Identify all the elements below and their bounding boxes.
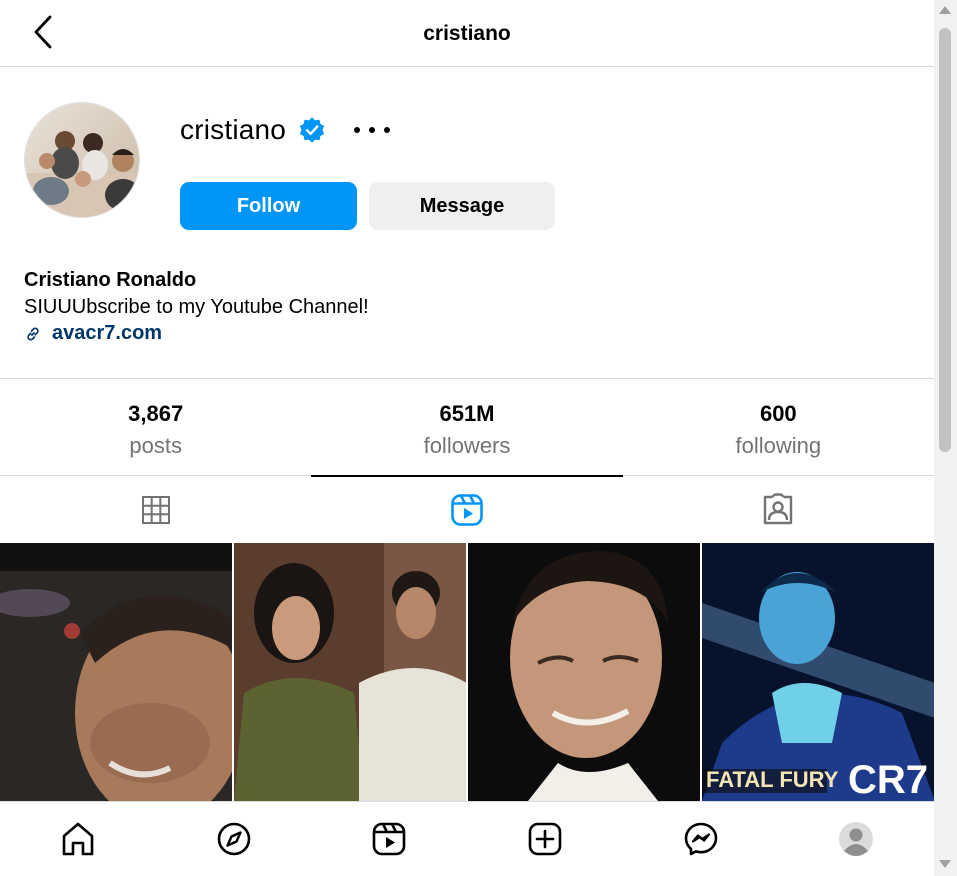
bottom-navigation bbox=[0, 801, 934, 876]
nav-home[interactable] bbox=[0, 802, 156, 876]
stat-value: 3,867 bbox=[128, 401, 184, 426]
post-thumbnail[interactable] bbox=[0, 543, 232, 801]
link-icon bbox=[27, 327, 39, 340]
scroll-up-arrow-icon[interactable] bbox=[939, 6, 951, 14]
profile-photo bbox=[25, 103, 139, 217]
message-button[interactable]: Message bbox=[369, 182, 555, 230]
dot-icon bbox=[354, 127, 361, 133]
profile-tabs bbox=[0, 475, 934, 543]
profile-username: cristiano bbox=[180, 114, 287, 145]
profile-website-link[interactable]: avacr7.com bbox=[52, 322, 162, 345]
scrollbar[interactable] bbox=[934, 0, 957, 876]
post-overlay-text: FATAL FURY bbox=[706, 767, 839, 792]
profile-avatar-icon bbox=[839, 822, 874, 856]
post-overlay-text: CR7 bbox=[848, 758, 928, 801]
top-bar: cristiano bbox=[0, 0, 934, 67]
scroll-down-arrow-icon[interactable] bbox=[939, 860, 951, 868]
nav-explore[interactable] bbox=[156, 802, 312, 876]
post-image bbox=[234, 543, 466, 801]
dot-icon bbox=[369, 127, 376, 133]
post-image: FATAL FURY CR7 bbox=[702, 543, 934, 801]
messenger-icon bbox=[684, 822, 717, 856]
stat-value: 600 bbox=[759, 401, 797, 426]
nav-reels[interactable] bbox=[311, 802, 467, 876]
follow-button[interactable]: Follow bbox=[180, 182, 357, 230]
grid-icon bbox=[141, 495, 170, 524]
stat-following[interactable]: 600 following bbox=[623, 379, 934, 475]
nav-create[interactable] bbox=[467, 802, 623, 876]
stat-label: posts bbox=[129, 433, 182, 458]
tab-posts[interactable] bbox=[0, 476, 311, 543]
stat-label: followers bbox=[423, 433, 511, 458]
reels-icon bbox=[372, 822, 406, 856]
post-thumbnail[interactable]: FATAL FURY CR7 bbox=[702, 543, 934, 801]
stat-label: following bbox=[735, 433, 822, 458]
bio-link-row[interactable]: avacr7.com bbox=[24, 322, 162, 345]
tab-reels[interactable] bbox=[311, 475, 623, 543]
scrollbar-thumb[interactable] bbox=[939, 28, 951, 452]
home-icon bbox=[62, 822, 94, 856]
posts-grid: FATAL FURY CR7 bbox=[0, 543, 934, 801]
post-image bbox=[0, 543, 232, 801]
post-thumbnail[interactable] bbox=[234, 543, 466, 801]
verified-badge-icon bbox=[299, 117, 325, 143]
profile-full-name: Cristiano Ronaldo bbox=[24, 269, 197, 291]
explore-icon bbox=[217, 822, 250, 856]
dot-icon bbox=[384, 127, 391, 133]
more-options-button[interactable] bbox=[354, 120, 391, 140]
stat-posts[interactable]: 3,867 posts bbox=[0, 379, 311, 475]
stat-value: 651M bbox=[439, 401, 495, 426]
nav-messenger[interactable] bbox=[623, 802, 779, 876]
profile-bio: SIUUUbscribe to my Youtube Channel! bbox=[24, 296, 369, 318]
tagged-icon bbox=[764, 492, 793, 524]
tab-tagged[interactable] bbox=[623, 476, 934, 543]
profile-stats: 3,867 posts 651M followers 600 following bbox=[0, 378, 934, 475]
page-title: cristiano bbox=[423, 22, 511, 45]
post-image bbox=[468, 543, 700, 801]
reels-icon bbox=[451, 493, 483, 526]
post-thumbnail[interactable] bbox=[468, 543, 700, 801]
profile-avatar[interactable] bbox=[24, 102, 140, 218]
create-icon bbox=[528, 822, 562, 856]
nav-profile[interactable] bbox=[778, 802, 934, 876]
username-row: cristiano bbox=[180, 112, 391, 148]
stat-followers[interactable]: 651M followers bbox=[311, 379, 622, 475]
